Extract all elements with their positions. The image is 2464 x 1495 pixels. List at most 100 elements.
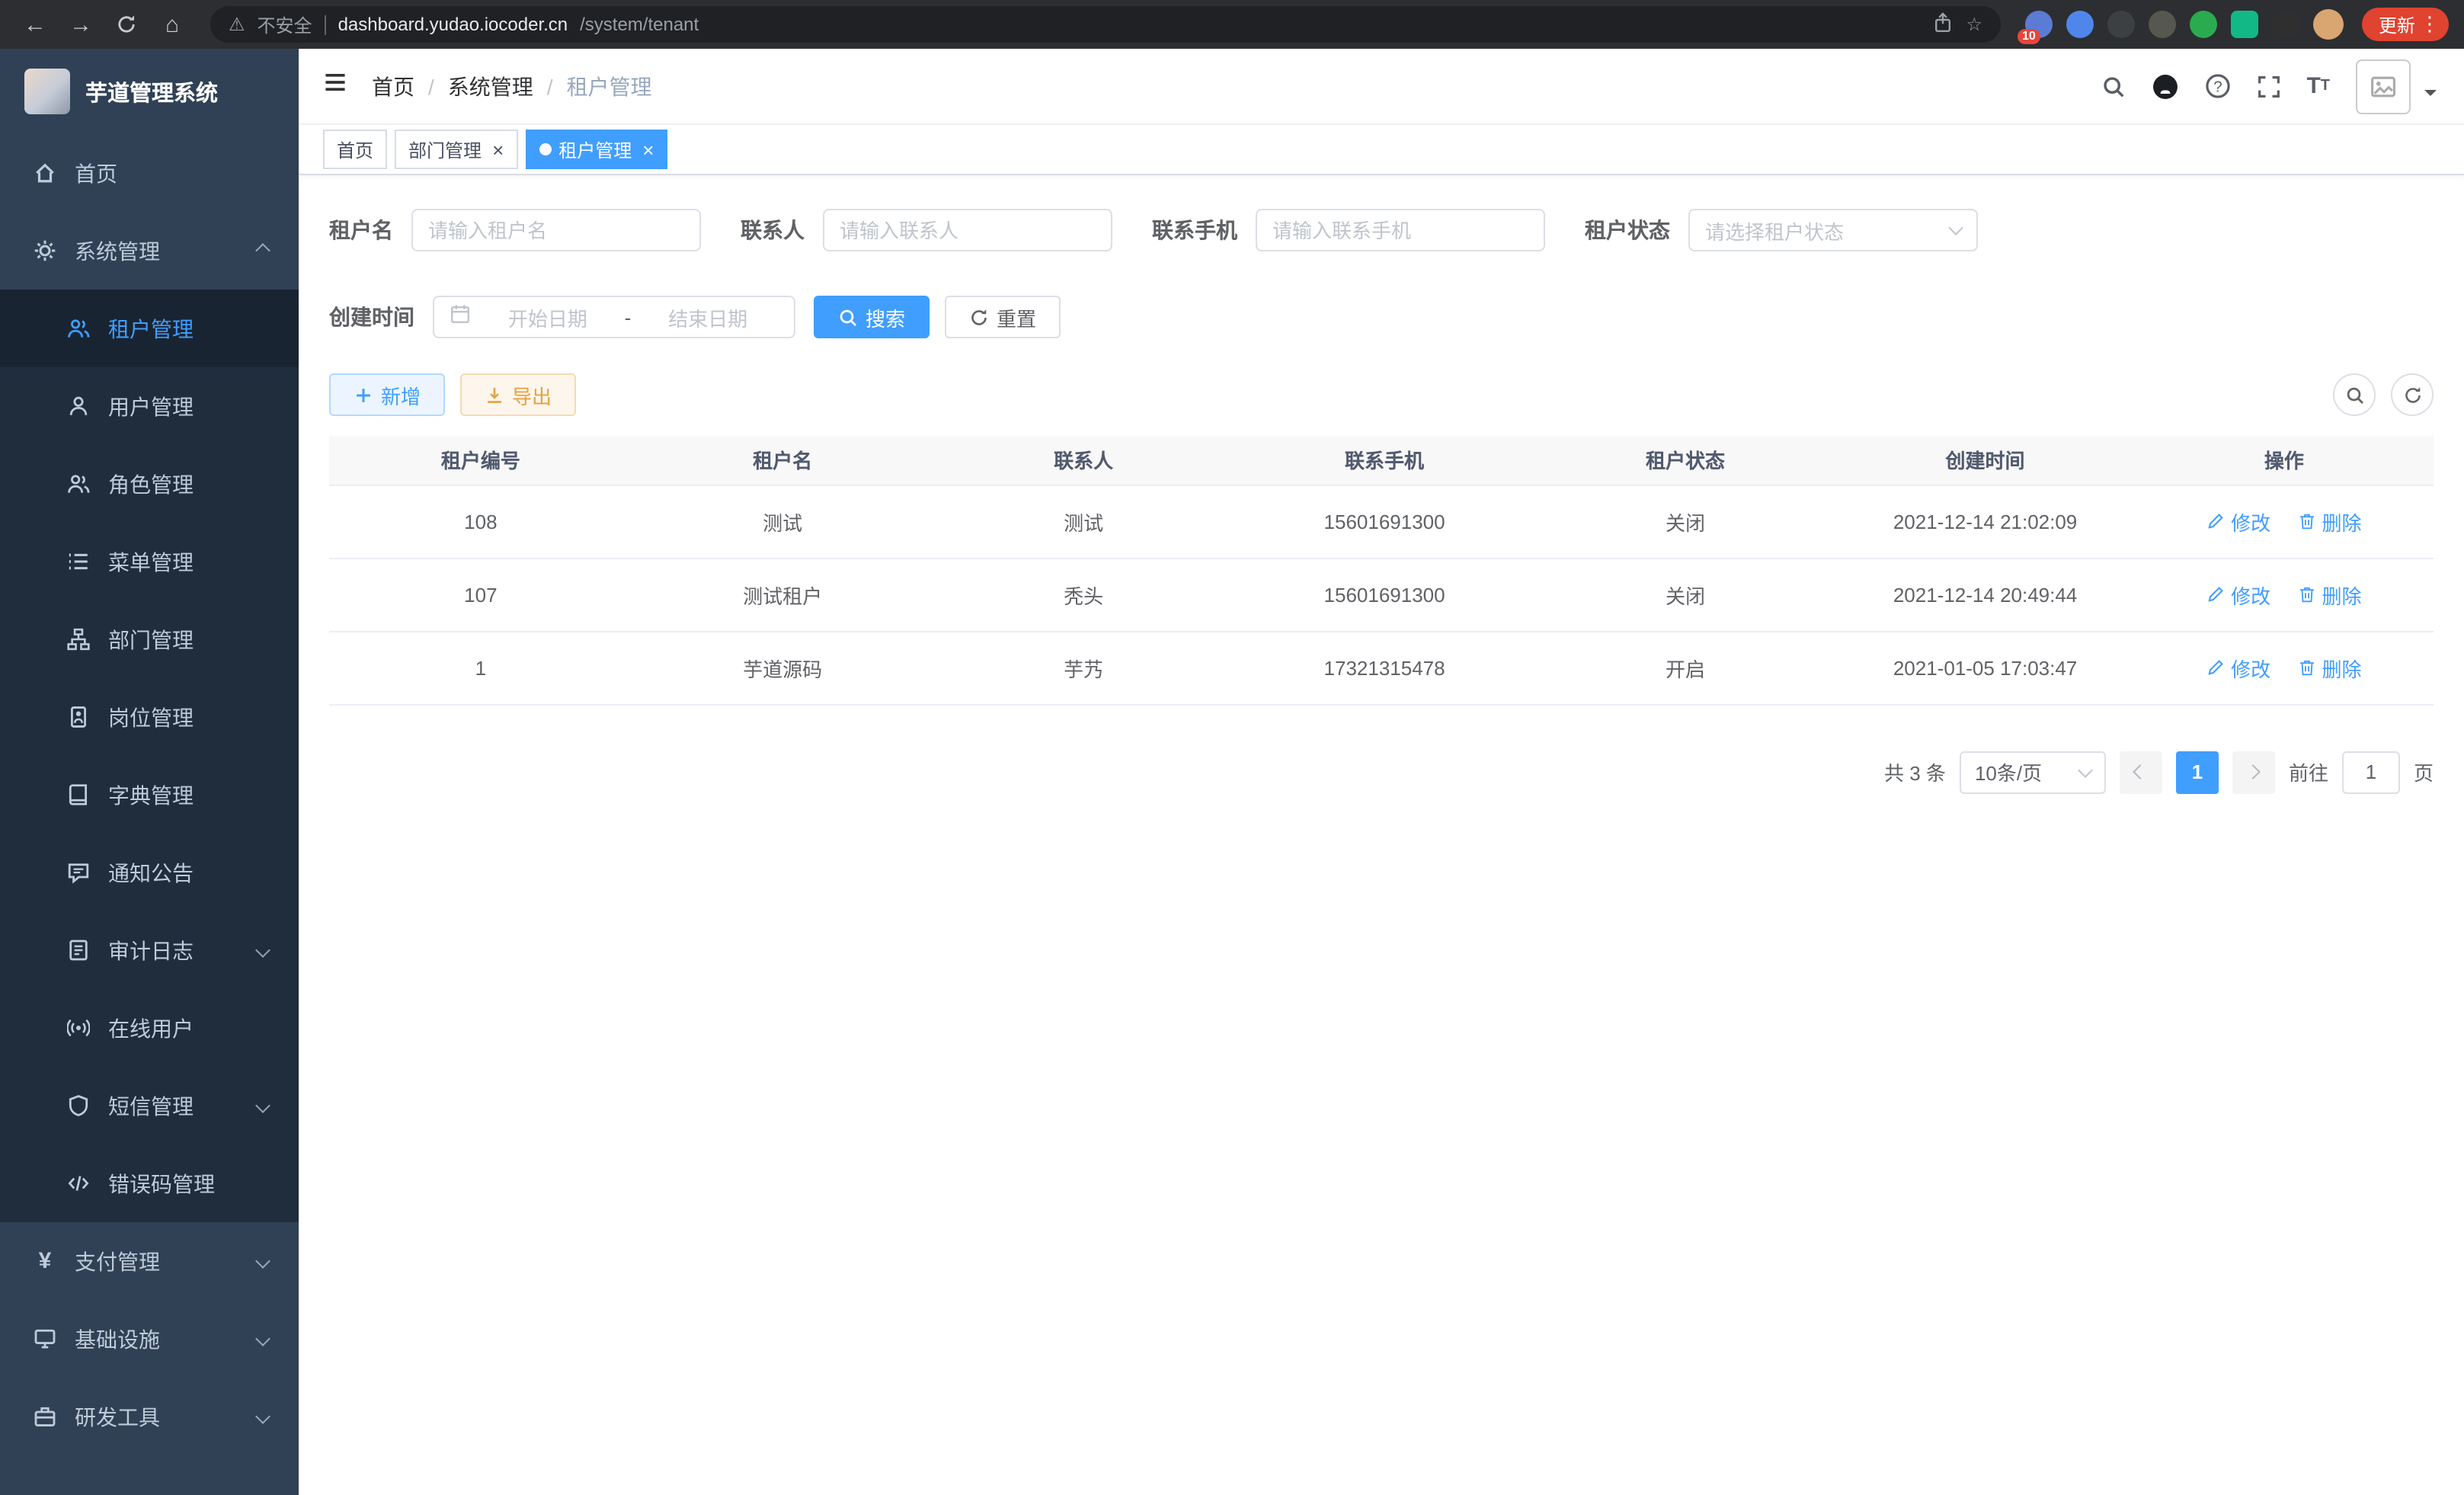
contact-input[interactable] [823, 209, 1112, 251]
avatar-caret-icon[interactable] [2424, 89, 2437, 101]
add-button[interactable]: 新增 [329, 373, 445, 416]
status-select[interactable]: 请选择租户状态 [1688, 209, 1978, 251]
tenant-name-input[interactable] [411, 209, 701, 251]
header-search-icon[interactable] [2101, 74, 2125, 98]
sidebar-item-user-management[interactable]: 用户管理 [0, 367, 299, 445]
extension-icon-5[interactable] [2190, 11, 2217, 38]
prev-page-button[interactable] [2120, 751, 2162, 793]
tab-label: 首页 [337, 136, 373, 162]
close-icon[interactable]: × [642, 139, 654, 159]
browser-update-button[interactable]: 更新 ⋮ [2362, 8, 2449, 41]
help-icon[interactable]: ? [2204, 73, 2230, 99]
column-header: 联系手机 [1234, 436, 1535, 485]
extension-icon-3[interactable] [2107, 11, 2135, 38]
phone-input[interactable] [1256, 209, 1545, 251]
tab-home[interactable]: 首页 [323, 130, 387, 169]
edit-link[interactable]: 修改 [2206, 653, 2270, 682]
extension-icon-6[interactable] [2231, 11, 2258, 38]
sidebar-group-infrastructure[interactable]: 基础设施 [0, 1300, 299, 1378]
github-icon[interactable] [2151, 72, 2178, 100]
extension-icon-2[interactable] [2066, 11, 2094, 38]
toolbox-icon [34, 1405, 56, 1428]
sidebar-item-home[interactable]: 首页 [0, 134, 299, 212]
page-size-value: 10条/页 [1975, 757, 2042, 786]
jump-page-input[interactable] [2342, 751, 2400, 793]
book-icon [67, 783, 90, 806]
edit-link[interactable]: 修改 [2206, 580, 2270, 609]
browser-profile-avatar[interactable] [2313, 9, 2344, 40]
delete-link[interactable]: 删除 [2297, 580, 2361, 609]
add-button-label: 新增 [381, 380, 421, 409]
browser-menu-icon[interactable]: ⋮ [2420, 12, 2440, 37]
edit-link-label: 修改 [2231, 580, 2270, 609]
breadcrumb-separator: / [547, 74, 553, 98]
chevron-down-icon [1948, 220, 1963, 235]
refresh-button[interactable] [2391, 373, 2434, 416]
browser-forward-icon[interactable]: → [61, 5, 101, 44]
sidebar-item-role-management[interactable]: 角色管理 [0, 445, 299, 523]
extension-icon-7[interactable] [2272, 11, 2299, 38]
extension-icon-1[interactable]: 10 [2025, 11, 2053, 38]
sidebar-item-error-code-management[interactable]: 错误码管理 [0, 1144, 299, 1222]
sidebar-item-online-users[interactable]: 在线用户 [0, 989, 299, 1067]
cell-created: 2021-01-05 17:03:47 [1835, 631, 2134, 704]
fullscreen-icon[interactable] [2256, 74, 2280, 98]
security-warning-icon: ⚠ [229, 14, 245, 35]
code-icon [67, 1172, 90, 1195]
id-card-icon [67, 706, 90, 728]
chevron-down-icon [2078, 762, 2093, 777]
extension-icon-4[interactable] [2149, 11, 2176, 38]
edit-link-label: 修改 [2231, 653, 2270, 682]
font-size-icon[interactable]: TT [2306, 73, 2330, 99]
share-icon[interactable] [1932, 11, 1954, 37]
next-page-button[interactable] [2232, 751, 2275, 793]
app-logo[interactable]: 芋道管理系统 [0, 49, 299, 134]
user-avatar[interactable] [2356, 59, 2411, 114]
browser-home-icon[interactable]: ⌂ [152, 5, 192, 44]
current-page-button[interactable]: 1 [2176, 751, 2219, 793]
sidebar-item-label: 菜单管理 [108, 546, 194, 577]
date-range-picker[interactable]: 开始日期 - 结束日期 [433, 296, 795, 338]
sidebar-item-tenant-management[interactable]: 租户管理 [0, 290, 299, 367]
sidebar-item-label: 部门管理 [108, 624, 194, 655]
tab-dept-management[interactable]: 部门管理 × [395, 130, 517, 169]
delete-link[interactable]: 删除 [2297, 507, 2361, 536]
sidebar-group-audit-log[interactable]: 审计日志 [0, 911, 299, 989]
hamburger-icon[interactable] [299, 70, 360, 102]
edit-link[interactable]: 修改 [2206, 507, 2270, 536]
sidebar-item-menu-management[interactable]: 菜单管理 [0, 523, 299, 600]
breadcrumb-separator: / [428, 74, 434, 98]
delete-link[interactable]: 删除 [2297, 653, 2361, 682]
sidebar-group-dev-tools[interactable]: 研发工具 [0, 1378, 299, 1455]
jump-prefix-label: 前往 [2289, 757, 2328, 786]
toggle-search-button[interactable] [2333, 373, 2376, 416]
breadcrumb-system[interactable]: 系统管理 [448, 71, 533, 101]
cell-tenant-id: 1 [329, 631, 632, 704]
close-icon[interactable]: × [492, 139, 504, 159]
page-content: 租户名 联系人 联系手机 租户状态 请选择租户状态 [299, 175, 2464, 1495]
page-size-select[interactable]: 10条/页 [1960, 751, 2106, 793]
breadcrumb-current: 租户管理 [567, 71, 652, 101]
extension-badge: 10 [2018, 29, 2040, 44]
sidebar-item-notice[interactable]: 通知公告 [0, 834, 299, 911]
search-button[interactable]: 搜索 [814, 296, 930, 338]
browser-back-icon[interactable]: ← [15, 5, 55, 44]
reset-button[interactable]: 重置 [945, 296, 1061, 338]
sidebar-item-label: 基础设施 [75, 1324, 160, 1354]
address-bar[interactable]: ⚠ 不安全 dashboard.yudao.iocoder.cn /system… [210, 6, 2001, 43]
bookmark-star-icon[interactable]: ☆ [1966, 14, 1982, 35]
sidebar-item-dict-management[interactable]: 字典管理 [0, 756, 299, 834]
sidebar-group-sms-management[interactable]: 短信管理 [0, 1067, 299, 1144]
export-button[interactable]: 导出 [460, 373, 576, 416]
tenant-name-label: 租户名 [329, 215, 393, 245]
tab-tenant-management[interactable]: 租户管理 × [525, 130, 667, 169]
sidebar-item-dept-management[interactable]: 部门管理 [0, 600, 299, 678]
sidebar-item-post-management[interactable]: 岗位管理 [0, 678, 299, 756]
shield-icon [67, 1094, 90, 1117]
column-header: 租户名 [632, 436, 933, 485]
tab-label: 部门管理 [408, 136, 482, 162]
breadcrumb-home[interactable]: 首页 [372, 71, 414, 101]
browser-reload-icon[interactable] [107, 5, 146, 44]
sidebar-group-system[interactable]: 系统管理 [0, 212, 299, 290]
sidebar-group-payment[interactable]: ¥ 支付管理 [0, 1222, 299, 1300]
